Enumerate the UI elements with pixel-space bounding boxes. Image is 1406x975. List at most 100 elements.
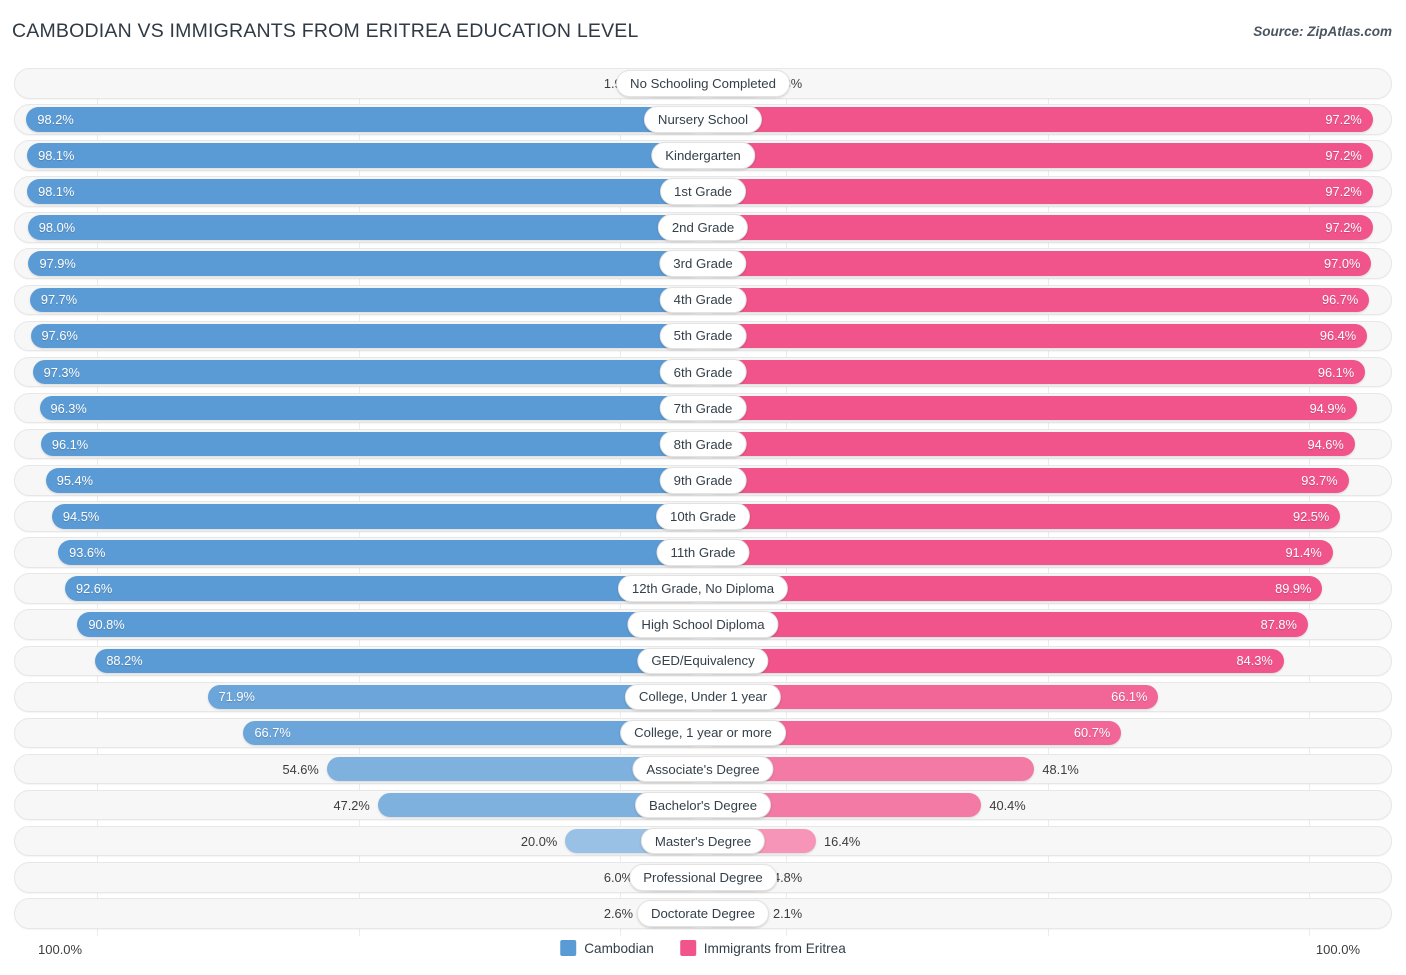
category-label[interactable]: 2nd Grade [657, 214, 749, 241]
bar-right: 84.3% [703, 648, 1284, 673]
category-label[interactable]: Bachelor's Degree [634, 791, 772, 819]
bar-value-label: 89.9% [1275, 581, 1312, 597]
axis-label-left: 100.0% [38, 942, 83, 957]
bar-value-label: 96.4% [1319, 328, 1357, 344]
bar-left: 98.0% [27, 215, 703, 240]
bar-value-label: 2.1% [773, 905, 803, 921]
bar-left: 97.3% [32, 359, 703, 385]
bar-value-label: 2.6% [603, 905, 633, 921]
bar-value-label: 92.6% [76, 581, 113, 597]
bar-value-label: 94.9% [1309, 400, 1346, 416]
bar-value-label: 94.5% [62, 508, 100, 524]
chart-row[interactable]: 6.0% 4.8% Professional Degree [14, 862, 1392, 893]
chart-row[interactable]: 96.3% 94.9% 7th Grade [14, 392, 1392, 424]
category-label[interactable]: 11th Grade [656, 539, 750, 566]
bar-left: 97.6% [30, 323, 703, 349]
category-label[interactable]: Nursery School [643, 106, 763, 133]
axis-label-right: 100.0% [1315, 942, 1360, 957]
bar-left: 98.1% [27, 143, 703, 168]
chart-row[interactable]: 95.4% 93.7% 9th Grade [14, 465, 1392, 496]
category-label[interactable]: 7th Grade [659, 394, 747, 422]
chart-row[interactable]: 98.1% 97.2% 1st Grade [14, 176, 1392, 207]
bar-value-label: 98.1% [38, 184, 75, 200]
bar-value-label: 98.0% [38, 220, 76, 236]
bar-value-label: 97.2% [1325, 220, 1362, 236]
category-label[interactable]: 5th Grade [659, 322, 747, 350]
bar-value-label: 54.6% [282, 761, 319, 777]
chart-row[interactable]: 92.6% 89.9% 12th Grade, No Diploma [14, 573, 1392, 604]
bar-right: 94.6% [703, 431, 1355, 457]
diverging-bar-chart: 1.9%2.8%No Schooling Completed 98.2% 97.2%… [14, 68, 1392, 936]
category-label[interactable]: 3rd Grade [659, 250, 747, 277]
chart-row[interactable]: 97.7% 96.7% 4th Grade [14, 284, 1392, 316]
chart-row[interactable]: 97.6% 96.4% 5th Grade [14, 320, 1392, 352]
bar-value-label: 97.3% [43, 364, 80, 380]
chart-row[interactable]: 88.2% 84.3% GED/Equivalency [14, 645, 1392, 676]
legend-item-immigrants-from-eritrea[interactable]: Immigrants from Eritrea [679, 940, 846, 956]
chart-row[interactable]: 93.6% 91.4% 11th Grade [14, 537, 1392, 568]
bar-value-label: 97.0% [1324, 256, 1361, 272]
category-label[interactable]: College, 1 year or more [620, 719, 786, 747]
legend-label: Cambodian [584, 940, 654, 956]
category-label[interactable]: Professional Degree [629, 864, 777, 891]
bar-value-label: 96.7% [1321, 292, 1359, 308]
bar-value-label: 90.8% [88, 617, 125, 633]
bar-value-label: 97.6% [41, 328, 78, 344]
bar-value-label: 96.1% [51, 436, 89, 452]
category-label[interactable]: No Schooling Completed [616, 70, 790, 97]
category-label[interactable]: 9th Grade [659, 467, 747, 494]
category-label[interactable]: High School Diploma [627, 611, 779, 638]
bar-left: 95.4% [45, 468, 703, 493]
category-label[interactable]: 6th Grade [659, 358, 747, 386]
bar-right: 96.7% [703, 287, 1370, 313]
bar-value-label: 87.8% [1260, 617, 1297, 633]
category-label[interactable]: Doctorate Degree [636, 900, 770, 927]
chart-row[interactable]: 71.9% 66.1% College, Under 1 year [14, 681, 1392, 713]
category-label[interactable]: College, Under 1 year [624, 683, 782, 711]
bar-value-label: 97.2% [1325, 111, 1362, 127]
bar-value-label: 94.6% [1307, 436, 1344, 452]
bar-value-label: 66.1% [1111, 689, 1148, 705]
bar-right: 96.4% [703, 323, 1368, 349]
category-label[interactable]: 1st Grade [660, 178, 746, 205]
category-label[interactable]: 10th Grade [656, 503, 750, 530]
bar-left: 98.2% [26, 107, 703, 132]
category-label[interactable]: 8th Grade [659, 430, 747, 458]
bar-value-label: 97.7% [40, 292, 78, 308]
chart-row[interactable]: 1.9%2.8%No Schooling Completed [14, 68, 1392, 99]
chart-row[interactable]: 98.1% 97.2% Kindergarten [14, 140, 1392, 171]
chart-row[interactable]: 90.8% 87.8% High School Diploma [14, 609, 1392, 640]
chart-row[interactable]: 94.5% 92.5% 10th Grade [14, 501, 1392, 532]
bar-value-label: 71.9% [218, 689, 255, 705]
bar-right: 91.4% [703, 540, 1333, 565]
bar-value-label: 97.9% [39, 256, 76, 272]
category-label[interactable]: Master's Degree [640, 827, 766, 855]
bar-left: 96.3% [39, 395, 703, 421]
bar-value-label: 96.3% [50, 400, 87, 416]
category-label[interactable]: 4th Grade [659, 286, 747, 314]
bar-value-label: 84.3% [1236, 653, 1273, 669]
bar-right: 97.2% [703, 107, 1373, 132]
category-label[interactable]: Kindergarten [651, 142, 755, 169]
chart-row[interactable]: 97.3% 96.1% 6th Grade [14, 356, 1392, 388]
bar-value-label: 97.2% [1325, 147, 1362, 163]
chart-row[interactable]: 54.6% 48.1% Associate's Degree [14, 753, 1392, 785]
chart-row[interactable]: 2.6% 2.1% Doctorate Degree [14, 898, 1392, 929]
bar-value-label: 97.2% [1325, 184, 1362, 200]
bar-left: 93.6% [58, 540, 703, 565]
category-label[interactable]: Associate's Degree [632, 755, 774, 783]
chart-row[interactable]: 98.2% 97.2% Nursery School [14, 104, 1392, 135]
bar-right: 94.9% [703, 395, 1357, 421]
chart-row[interactable]: 98.0% 97.2% 2nd Grade [14, 212, 1392, 243]
chart-row[interactable]: 97.9% 97.0% 3rd Grade [14, 248, 1392, 279]
chart-row[interactable]: 20.0% 16.4% Master's Degree [14, 825, 1392, 857]
chart-row[interactable]: 47.2% 40.4% Bachelor's Degree [14, 789, 1392, 821]
bar-right: 97.2% [703, 215, 1373, 240]
bar-left: 97.9% [28, 251, 703, 276]
legend-item-cambodian[interactable]: Cambodian [560, 940, 654, 956]
category-label[interactable]: 12th Grade, No Diploma [617, 575, 789, 602]
chart-row[interactable]: 96.1% 94.6% 8th Grade [14, 428, 1392, 460]
category-label[interactable]: GED/Equivalency [637, 647, 769, 674]
bar-value-label: 20.0% [520, 833, 558, 849]
chart-row[interactable]: 66.7% 60.7% College, 1 year or more [14, 717, 1392, 749]
